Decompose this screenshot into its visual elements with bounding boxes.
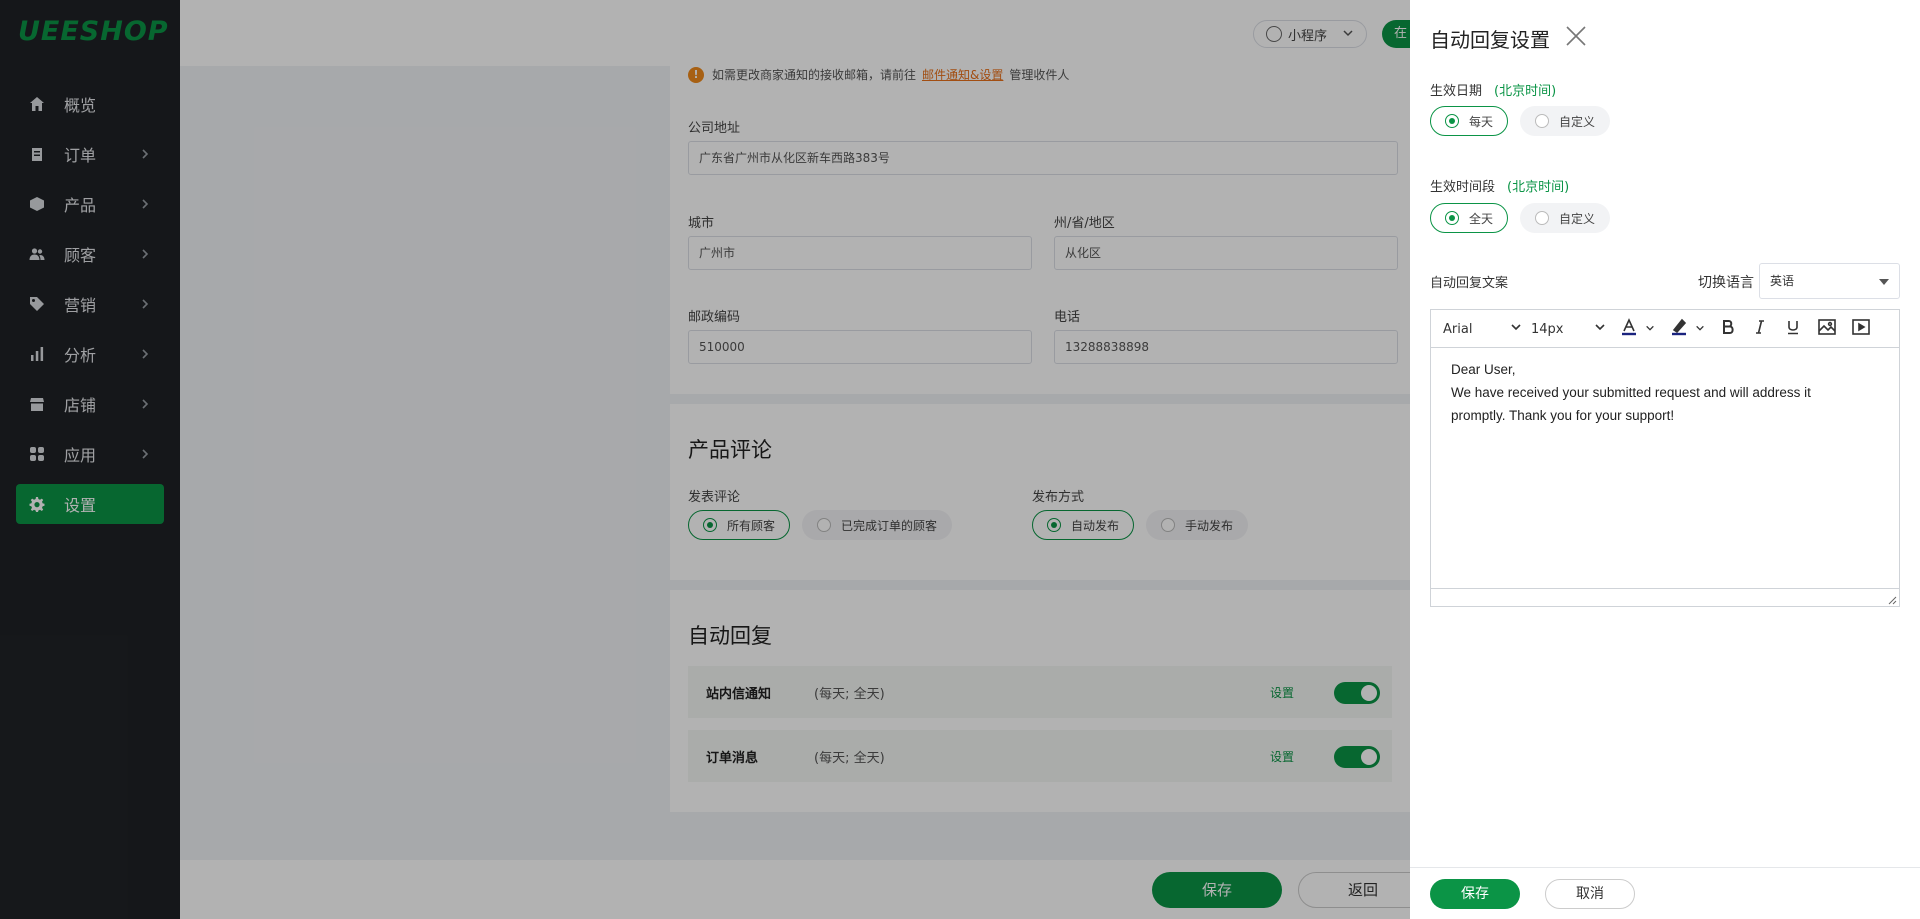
resize-handle-icon[interactable] [1887, 594, 1897, 605]
effective-date-label: 生效日期 (北京时间) [1430, 80, 1556, 99]
language-value: 英语 [1770, 274, 1795, 288]
effective-time-label: 生效时间段 (北京时间) [1430, 176, 1569, 195]
drawer-footer: 保存 取消 [1410, 867, 1920, 919]
radio-every-day[interactable]: 每天 [1430, 106, 1509, 136]
image-icon [1817, 317, 1837, 341]
italic-button[interactable] [1751, 310, 1769, 348]
radio-label: 全天 [1469, 211, 1494, 226]
chevron-down-icon [1695, 322, 1705, 337]
insert-image-button[interactable] [1817, 310, 1837, 348]
italic-icon [1751, 318, 1769, 340]
timezone-hint: (北京时间) [1507, 180, 1570, 195]
radio-label: 自定义 [1559, 211, 1596, 226]
modal-overlay[interactable] [0, 0, 1410, 919]
radio-dot [1535, 114, 1549, 128]
underline-icon [1784, 318, 1802, 340]
editor-line: promptly. Thank you for your support! [1451, 408, 1675, 423]
underline-button[interactable] [1784, 310, 1802, 348]
caret-down-icon [1879, 279, 1889, 285]
radio-dot [1535, 211, 1549, 225]
drawer-title: 自动回复设置 [1430, 28, 1550, 52]
font-size-select[interactable]: 14px [1531, 310, 1606, 348]
highlighter-icon [1669, 317, 1689, 341]
editor-content[interactable]: Dear User, We have received your submitt… [1451, 358, 1881, 427]
switch-language-label: 切换语言 [1698, 275, 1754, 291]
radio-dot [1445, 114, 1459, 128]
close-icon[interactable] [1564, 24, 1590, 50]
radio-custom-date[interactable]: 自定义 [1520, 106, 1611, 136]
radio-label: 自定义 [1559, 114, 1596, 129]
radio-dot [1445, 211, 1459, 225]
text-color-button[interactable] [1619, 310, 1655, 348]
editor-line: Dear User, [1451, 362, 1516, 377]
insert-video-button[interactable] [1851, 310, 1871, 348]
chevron-down-icon [1594, 321, 1606, 337]
bold-icon [1719, 318, 1737, 340]
timezone-hint: (北京时间) [1494, 84, 1557, 99]
font-size-value: 14px [1531, 321, 1564, 337]
radio-all-day[interactable]: 全天 [1430, 203, 1509, 233]
bold-button[interactable] [1719, 310, 1737, 348]
drawer-cancel-button[interactable]: 取消 [1545, 879, 1635, 909]
editor-line: We have received your submitted request … [1451, 385, 1811, 400]
font-family-value: Arial [1443, 321, 1473, 337]
radio-label: 每天 [1469, 114, 1494, 129]
chevron-down-icon [1645, 322, 1655, 337]
language-select[interactable]: 英语 [1759, 263, 1900, 299]
highlight-color-button[interactable] [1669, 310, 1705, 348]
editor-toolbar: Arial 14px [1431, 310, 1899, 348]
auto-reply-settings-drawer: 自动回复设置 生效日期 (北京时间) 每天 自定义 生效时间段 (北京时间) 全天 … [1410, 0, 1920, 919]
chevron-down-icon [1510, 321, 1522, 337]
radio-custom-time[interactable]: 自定义 [1520, 203, 1611, 233]
rich-text-editor: Arial 14px Dear User, We have received y… [1430, 309, 1900, 607]
font-family-select[interactable]: Arial [1443, 310, 1522, 348]
text-color-icon [1619, 317, 1639, 341]
video-icon [1851, 317, 1871, 341]
reply-content-label: 自动回复文案 [1430, 276, 1509, 291]
editor-statusbar [1431, 588, 1899, 606]
label-text: 生效日期 [1430, 84, 1483, 99]
drawer-save-button[interactable]: 保存 [1430, 879, 1520, 909]
label-text: 生效时间段 [1430, 180, 1496, 195]
